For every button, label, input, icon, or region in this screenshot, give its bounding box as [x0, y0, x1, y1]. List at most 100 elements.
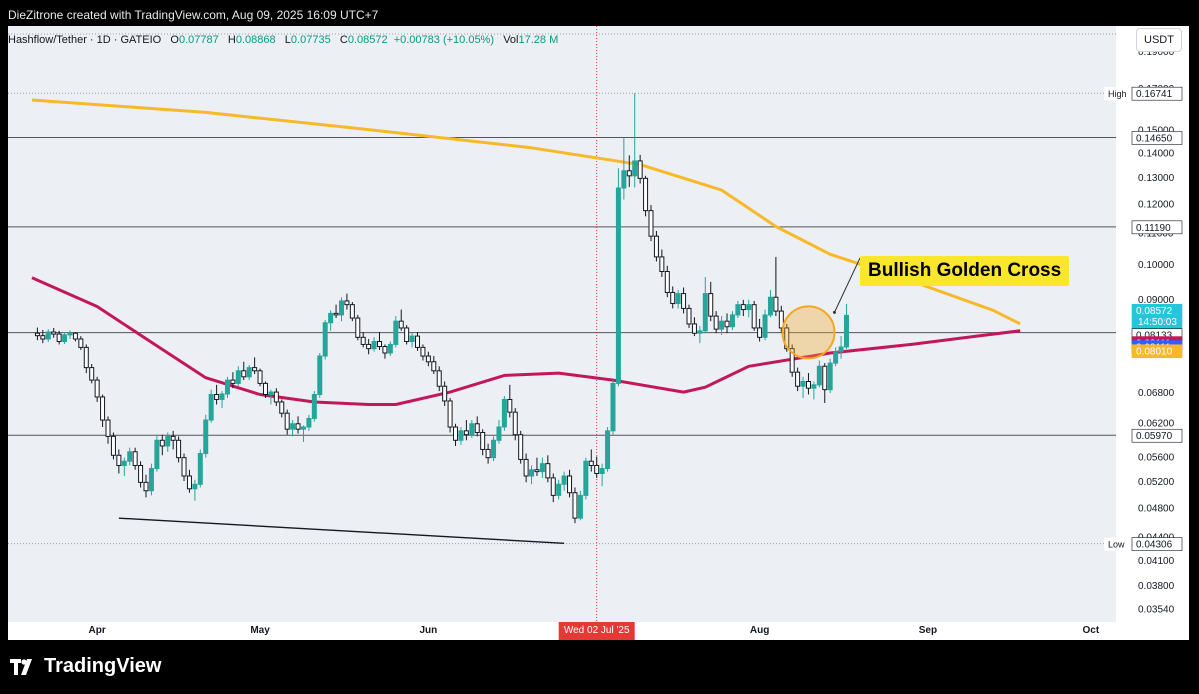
y-tick-label: 0.12000: [1138, 200, 1175, 211]
candle-body: [567, 475, 573, 494]
candle-body: [681, 293, 687, 309]
candle-body: [420, 346, 426, 357]
footer-bar: [0, 640, 1199, 694]
price-label-text: 0.04306: [1136, 540, 1173, 551]
candle-body: [767, 296, 773, 316]
candle-body: [724, 320, 730, 328]
candle-body: [116, 454, 122, 466]
candle-body: [224, 379, 230, 395]
y-tick-label: 0.05200: [1138, 477, 1175, 488]
chart-panel[interactable]: 0.190000.170000.150000.140000.130000.120…: [8, 26, 1189, 640]
candle-body: [670, 292, 676, 305]
candle-body: [599, 468, 605, 474]
chart-credit: DieZitrone created with TradingView.com,…: [8, 8, 379, 22]
candle-body: [697, 330, 703, 334]
candle-body: [632, 160, 638, 177]
candle-body: [317, 355, 323, 396]
candle-body: [453, 426, 459, 441]
candle-body: [615, 187, 621, 384]
candle-body: [485, 448, 491, 459]
candle-body: [843, 314, 849, 348]
volume-label: Vol: [503, 34, 519, 46]
candle-body: [751, 304, 757, 329]
price-label-tag: Low: [1108, 540, 1125, 550]
high-value: 0.08868: [235, 34, 276, 46]
tradingview-logo[interactable]: TradingView: [10, 655, 161, 678]
symbol-name[interactable]: Hashflow/Tether · 1D · GATEIO: [8, 34, 161, 46]
highlight-date-label: Wed 02 Jul '25: [564, 625, 630, 636]
candle-body: [746, 304, 752, 311]
candle-body: [469, 423, 475, 436]
candle-body: [235, 370, 241, 384]
candle-body: [545, 463, 551, 479]
candle-body: [159, 439, 165, 447]
candle-body: [67, 332, 73, 336]
candle-body: [360, 336, 366, 345]
candle-body: [686, 307, 692, 325]
candle-body: [279, 401, 285, 414]
candle-body: [800, 381, 806, 387]
golden-cross-annotation[interactable]: Bullish Golden Cross: [860, 256, 1070, 286]
price-label-tag: High: [1108, 89, 1127, 99]
candle-body: [572, 492, 578, 519]
candle-body: [458, 430, 464, 441]
candle-body: [382, 346, 388, 354]
candle-body: [523, 458, 529, 477]
candle-body: [702, 293, 708, 332]
y-tick-label: 0.03540: [1138, 605, 1175, 616]
candle-body: [664, 271, 670, 294]
x-tick-label: May: [250, 625, 270, 636]
candle-body: [795, 371, 801, 387]
candle-body: [333, 312, 339, 316]
candle-body: [94, 379, 100, 398]
candle-body: [170, 435, 176, 441]
price-chart[interactable]: 0.190000.170000.150000.140000.130000.120…: [8, 26, 1189, 640]
candle-body: [311, 394, 317, 419]
candle-body: [186, 475, 192, 490]
candle-body: [577, 494, 583, 519]
candle-body: [181, 457, 187, 477]
candle-body: [822, 365, 828, 391]
open-value: 0.07787: [178, 34, 219, 46]
candle-body: [203, 419, 209, 455]
candle-body: [480, 431, 486, 450]
candle-body: [219, 393, 225, 400]
candle-body: [512, 411, 518, 436]
candle-body: [507, 398, 513, 413]
candle-body: [273, 391, 279, 403]
plot-background: [8, 26, 1116, 622]
candle-body: [691, 323, 697, 334]
candle-body: [284, 412, 290, 430]
candle-body: [322, 322, 328, 357]
candle-body: [838, 346, 844, 353]
candle-body: [143, 481, 149, 492]
candle-body: [463, 430, 469, 436]
y-tick-label: 0.04800: [1138, 504, 1175, 515]
candle-body: [100, 396, 106, 421]
y-tick-label: 0.13000: [1138, 173, 1175, 184]
x-tick-label: Jun: [419, 625, 437, 636]
candle-body: [415, 335, 421, 348]
candle-body: [529, 469, 535, 477]
high-label: H: [227, 34, 236, 46]
currency-button[interactable]: USDT: [1136, 28, 1182, 52]
candle-body: [550, 477, 556, 496]
candle-body: [338, 300, 344, 316]
candle-body: [833, 351, 839, 364]
candle-body: [637, 160, 643, 179]
candle-body: [371, 340, 377, 350]
brand-name: TradingView: [44, 655, 162, 677]
candle-body: [659, 256, 665, 273]
candle-body: [34, 332, 40, 337]
candle-body: [344, 300, 350, 306]
candle-body: [436, 370, 442, 387]
candle-body: [300, 426, 306, 430]
candle-body: [257, 370, 263, 384]
candle-body: [138, 464, 144, 483]
candle-body: [40, 335, 46, 340]
candle-body: [387, 343, 393, 354]
candle-body: [377, 340, 382, 348]
y-tick-label: 0.05600: [1138, 452, 1175, 463]
x-tick-label: Aug: [750, 625, 769, 636]
open-label: O: [170, 34, 179, 46]
